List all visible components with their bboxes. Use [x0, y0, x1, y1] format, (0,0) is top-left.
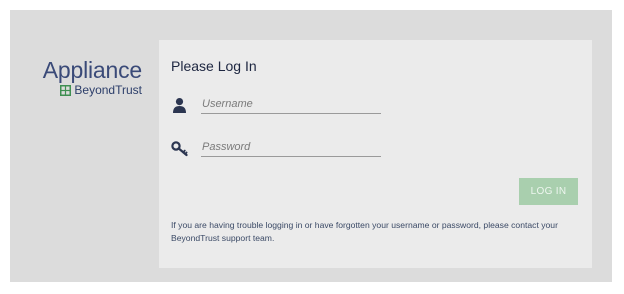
brand-block: Appliance BeyondTrust — [30, 58, 142, 97]
key-icon — [171, 141, 188, 157]
login-button[interactable]: LOG IN — [519, 178, 578, 205]
password-field — [171, 138, 381, 157]
brand-title: Appliance — [42, 57, 142, 83]
beyondtrust-logo-icon — [60, 84, 72, 96]
user-icon — [173, 98, 186, 113]
login-panel: Please Log In LOG IN If you are having t… — [159, 40, 592, 268]
username-input[interactable] — [201, 95, 381, 114]
help-text: If you are having trouble logging in or … — [171, 220, 558, 243]
password-input[interactable] — [201, 138, 381, 157]
username-field — [171, 95, 381, 114]
brand-subtitle: BeyondTrust — [30, 83, 142, 97]
brand-company-name: BeyondTrust — [74, 83, 142, 97]
login-title: Please Log In — [171, 58, 257, 74]
